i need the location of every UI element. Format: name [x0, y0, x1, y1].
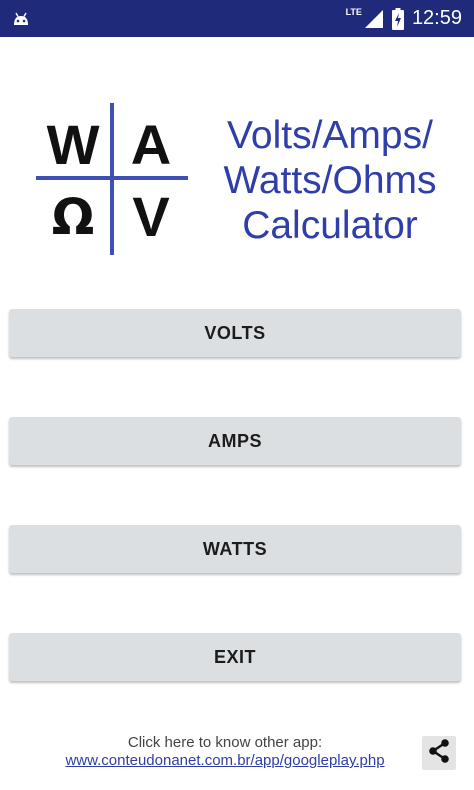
volts-button[interactable]: VOLTS — [9, 309, 461, 357]
app-title-line-2: Watts/Ohms — [223, 159, 437, 202]
footer: Click here to know other app: www.conteu… — [0, 732, 474, 782]
share-icon — [426, 738, 452, 769]
app-title: Volts/Amps/ Watts/Ohms Calculator — [200, 113, 460, 248]
status-clock: 12:59 — [411, 7, 462, 29]
signal-icon — [364, 9, 384, 29]
logo-letter-watts: W — [46, 113, 100, 176]
battery-charging-icon — [391, 7, 404, 30]
other-apps-link[interactable]: www.conteudonanet.com.br/app/googleplay.… — [30, 752, 420, 769]
logo-letter-amps: A — [130, 113, 172, 176]
exit-button[interactable]: EXIT — [9, 633, 461, 681]
watts-button[interactable]: WATTS — [9, 525, 461, 573]
network-type-label: LTE — [345, 6, 362, 17]
app-title-line-3: Calculator — [242, 204, 418, 247]
amps-button[interactable]: AMPS — [9, 417, 461, 465]
share-button[interactable] — [422, 736, 456, 770]
other-apps-prompt: Click here to know other app: — [127, 734, 323, 751]
android-notification-icon — [12, 11, 30, 27]
logo-letter-volts: V — [132, 185, 170, 248]
status-bar: LTE 12:59 — [0, 0, 474, 37]
app-title-line-1: Volts/Amps/ — [227, 114, 433, 157]
logo-horizontal-line — [36, 176, 188, 180]
logo-letter-ohms: Ω — [51, 188, 95, 246]
app-header: W A Ω V Volts/Amps/ Watts/Ohms Calculato… — [0, 95, 474, 265]
app-logo: W A Ω V — [36, 103, 188, 255]
